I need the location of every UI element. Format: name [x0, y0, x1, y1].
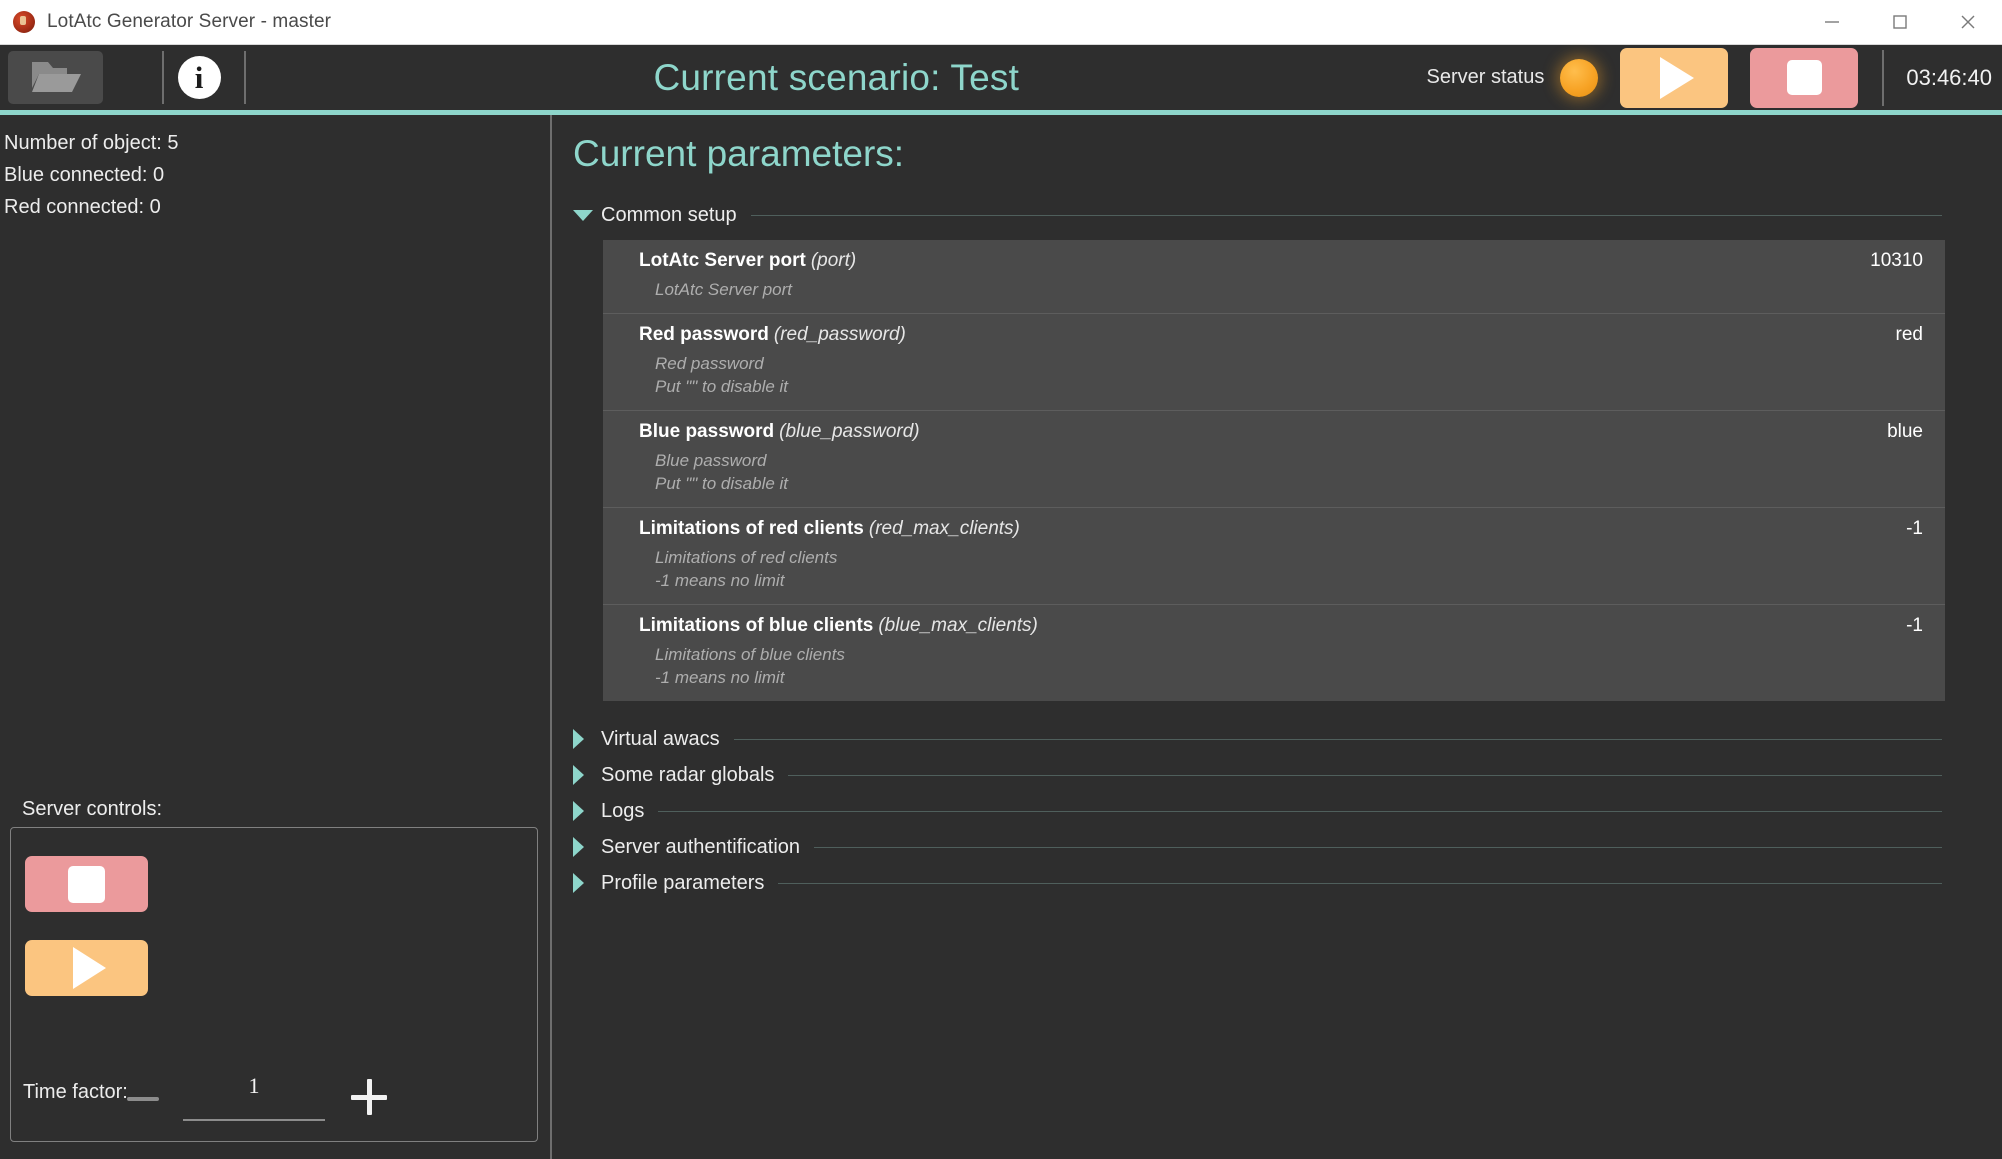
window-title: LotAtc Generator Server - master: [47, 11, 332, 32]
server-status-group: Server status: [1426, 58, 1599, 97]
main-content: Current parameters: Common setup LotAtc …: [554, 115, 2002, 1159]
main-toolbar: i Current scenario: Test Server status 0…: [0, 45, 2002, 110]
group-header-profile-parameters[interactable]: Profile parameters: [573, 865, 2002, 901]
stop-icon: [1786, 60, 1822, 95]
parameter-key: (blue_max_clients): [878, 615, 1038, 636]
time-factor-row: Time factor: 1: [11, 1063, 537, 1123]
parameter-title: LotAtc Server port (port): [639, 250, 857, 271]
parameter-key: (blue_password): [779, 421, 920, 442]
time-factor-value: 1: [248, 1073, 260, 1098]
server-controls-label: Server controls:: [22, 798, 163, 820]
lotatc-logo-icon: [13, 11, 35, 33]
group-header-common-setup[interactable]: Common setup: [573, 197, 2002, 233]
group-header-some-radar-globals[interactable]: Some radar globals: [573, 757, 2002, 793]
time-factor-field[interactable]: 1: [171, 1067, 337, 1121]
parameter-list: LotAtc Server port (port) LotAtc Server p…: [603, 240, 1945, 701]
toolbar-separator-3: [1882, 49, 1885, 106]
parameter-row-blue-password[interactable]: Blue password (blue_password) Blue passwo…: [603, 411, 1945, 508]
parameter-key: (port): [810, 250, 857, 271]
chevron-down-icon: [573, 209, 599, 221]
close-icon[interactable]: [1934, 0, 2002, 45]
server-controls-panel: Time factor: 1: [10, 827, 538, 1142]
parameter-title: Limitations of red clients (red_max_clien…: [639, 518, 1020, 539]
open-scenario-button[interactable]: [8, 51, 103, 104]
minus-icon[interactable]: [127, 1097, 159, 1101]
group-label: Logs: [601, 799, 645, 822]
stat-red-connected: Red connected: 0: [4, 196, 161, 218]
group-label: Common setup: [601, 203, 737, 226]
time-factor-underline: [183, 1119, 325, 1121]
window-titlebar: LotAtc Generator Server - master: [0, 0, 2002, 45]
plus-icon[interactable]: [351, 1079, 387, 1115]
parameter-description: LotAtc Server port: [655, 280, 793, 299]
group-header-virtual-awacs[interactable]: Virtual awacs: [573, 721, 2002, 757]
server-status-led-icon: [1560, 58, 1599, 97]
parameter-value[interactable]: red: [1896, 324, 1923, 346]
maximize-icon[interactable]: [1866, 0, 1934, 45]
chevron-right-icon: [573, 873, 599, 893]
info-button[interactable]: i: [164, 51, 234, 104]
parameter-row-red-max-clients[interactable]: Limitations of red clients (red_max_clien…: [603, 508, 1945, 605]
group-rule: [814, 846, 1942, 848]
time-factor-label: Time factor:: [23, 1081, 128, 1103]
parameter-row-port[interactable]: LotAtc Server port (port) LotAtc Server p…: [603, 240, 1945, 314]
group-rule: [658, 810, 1942, 812]
parameter-row-blue-max-clients[interactable]: Limitations of blue clients (blue_max_cli…: [603, 605, 1945, 701]
group-label: Server authentification: [601, 835, 801, 858]
group-rule: [733, 738, 1942, 740]
server-status-label: Server status: [1426, 66, 1545, 88]
stat-object-count: Number of object: 5: [4, 132, 179, 154]
group-label: Profile parameters: [601, 871, 765, 894]
folder-open-icon: [29, 55, 83, 100]
sidebar-start-button[interactable]: [25, 940, 148, 996]
parameter-key: (red_max_clients): [868, 518, 1020, 539]
parameter-key: (red_password): [773, 324, 906, 345]
stop-icon: [68, 865, 105, 903]
group-label: Virtual awacs: [601, 727, 720, 750]
info-icon: i: [177, 56, 221, 99]
chevron-right-icon: [573, 765, 599, 785]
sidebar-stop-button[interactable]: [25, 856, 148, 912]
group-header-server-authentification[interactable]: Server authentification: [573, 829, 2002, 865]
parameter-value[interactable]: -1: [1906, 615, 1923, 637]
parameter-description: Limitations of red clients -1 means no l…: [655, 548, 838, 590]
stat-blue-connected: Blue connected: 0: [4, 164, 165, 186]
parameter-title: Blue password (blue_password): [639, 421, 920, 442]
group-rule: [788, 774, 1942, 776]
play-icon: [1660, 56, 1695, 99]
chevron-right-icon: [573, 801, 599, 821]
group-label: Some radar globals: [601, 763, 775, 786]
minimize-icon[interactable]: [1798, 0, 1866, 45]
start-server-button[interactable]: [1620, 47, 1729, 108]
group-rule: [778, 882, 1942, 884]
parameter-title: Red password (red_password): [639, 324, 906, 345]
window-controls: [1798, 0, 2002, 45]
page-title: Current parameters:: [573, 133, 905, 174]
play-icon: [73, 947, 106, 989]
stop-server-button[interactable]: [1750, 47, 1859, 108]
parameter-row-red-password[interactable]: Red password (red_password) Red password …: [603, 314, 1945, 411]
chevron-right-icon: [573, 729, 599, 749]
parameter-value[interactable]: blue: [1887, 421, 1923, 443]
parameter-title: Limitations of blue clients (blue_max_cli…: [639, 615, 1038, 636]
group-header-logs[interactable]: Logs: [573, 793, 2002, 829]
current-scenario-title: Current scenario: Test: [653, 56, 1020, 98]
group-rule: [750, 214, 1942, 216]
parameter-description: Blue password Put "" to disable it: [655, 451, 789, 493]
clock-display: 03:46:40: [1906, 64, 1992, 90]
connection-stats: Number of object: 5 Blue connected: 0 Re…: [0, 115, 550, 223]
left-sidebar: Number of object: 5 Blue connected: 0 Re…: [0, 115, 552, 1159]
parameter-description: Limitations of blue clients -1 means no …: [655, 645, 845, 687]
chevron-right-icon: [573, 837, 599, 857]
parameter-value[interactable]: -1: [1906, 518, 1923, 540]
collapsed-groups: Virtual awacs Some radar globals Logs Se…: [554, 721, 2002, 901]
parameter-description: Red password Put "" to disable it: [655, 354, 789, 396]
parameter-value[interactable]: 10310: [1870, 250, 1923, 272]
